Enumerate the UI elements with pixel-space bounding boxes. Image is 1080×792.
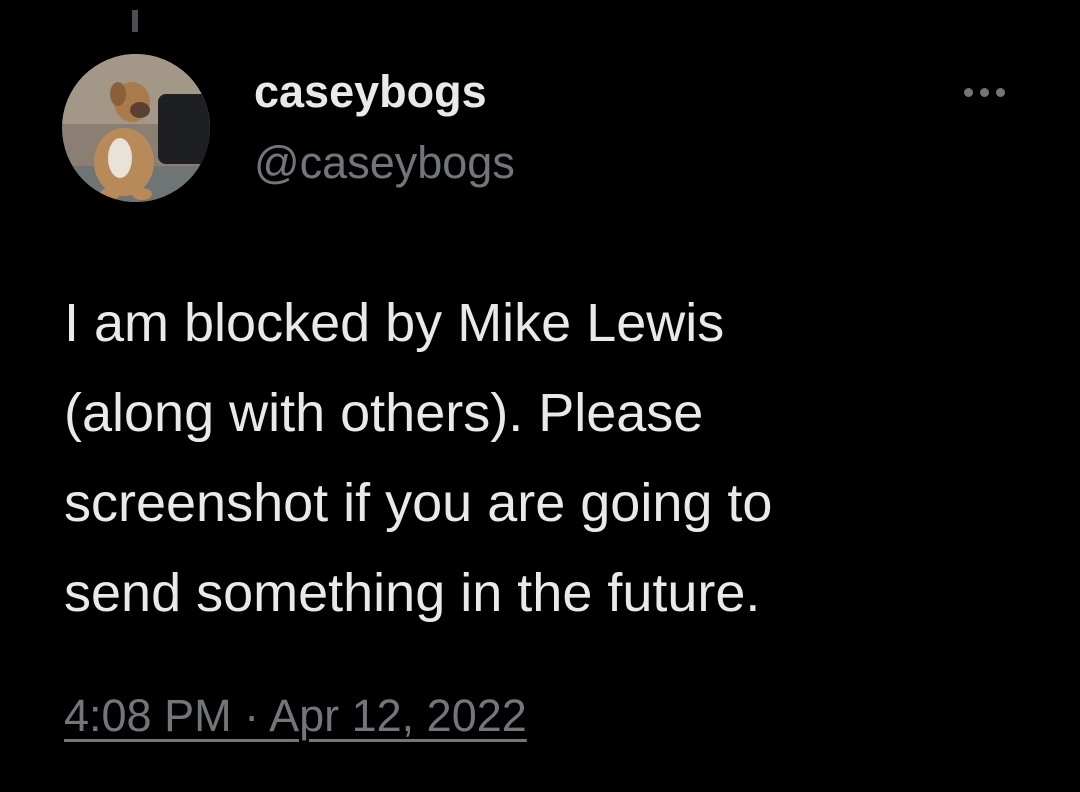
- tweet-text-line: (along with others). Please: [64, 383, 704, 443]
- author-display-name[interactable]: caseybogs: [254, 66, 487, 118]
- tweet-text-line: send something in the future.: [64, 563, 761, 623]
- dog-photo-avatar-icon: [62, 54, 210, 202]
- tweet-timestamp-link[interactable]: 4:08 PM · Apr 12, 2022: [64, 690, 527, 742]
- more-horizontal-icon: [995, 87, 1005, 97]
- more-horizontal-icon: [979, 87, 989, 97]
- tweet-text-line: screenshot if you are going to: [64, 473, 773, 533]
- tweet-text-line: I am blocked by Mike Lewis: [64, 293, 725, 353]
- thread-connector-line: [132, 10, 138, 32]
- more-horizontal-icon: [963, 87, 973, 97]
- more-options-button[interactable]: [952, 78, 1016, 106]
- avatar[interactable]: [62, 54, 210, 202]
- author-handle[interactable]: @caseybogs: [254, 137, 515, 189]
- tweet-text: I am blocked by Mike Lewis (along with o…: [64, 278, 1024, 638]
